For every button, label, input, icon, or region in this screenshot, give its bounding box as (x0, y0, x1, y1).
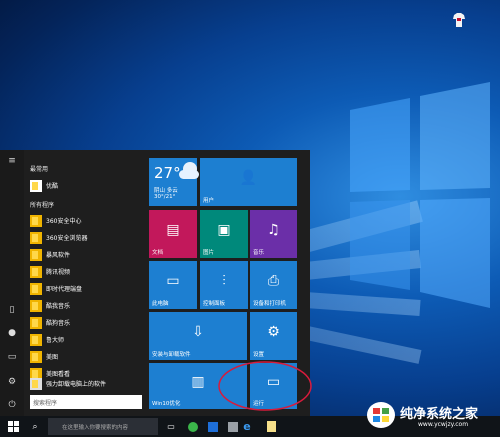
uninstall-icon (30, 377, 42, 390)
app-label: 360安全浏览器 (46, 235, 88, 242)
list-item[interactable]: 美图 (30, 349, 138, 364)
app-label: 暴风软件 (46, 252, 71, 259)
start-rail: ≡ ▯ ● ▭ ⚙ ⏻ (0, 150, 24, 416)
watermark-title: 纯净系统之家 (400, 407, 479, 422)
cloud-icon (179, 170, 199, 179)
tile-label: 图片 (203, 250, 215, 256)
folder-icon (30, 282, 42, 295)
start-menu: ≡ ▯ ● ▭ ⚙ ⏻ 最常用 优酷 所有程序 360安全中心 360安全浏览器… (0, 150, 312, 416)
devices-tile[interactable]: ⎙ 设备和打印机 (250, 261, 297, 309)
folder-icon (30, 214, 42, 227)
tile-label: 音乐 (253, 250, 265, 256)
app-label: 酷狗音乐 (46, 320, 71, 327)
watermark-url: www.ycwjzy.com (418, 421, 469, 428)
documents-tile[interactable]: ▤ 文档 (149, 210, 197, 258)
weather-tile[interactable]: 27° 阴山 多云 30°/21° (149, 158, 199, 206)
app-green-icon[interactable] (184, 416, 202, 437)
hamburger-icon[interactable]: ≡ (6, 155, 18, 167)
list-item[interactable]: 强力卸载电脑上的软件 (30, 376, 138, 391)
picture-icon: ▣ (217, 222, 231, 239)
monitor-icon: ▭ (166, 273, 180, 290)
folder-icon (30, 333, 42, 346)
list-item[interactable]: 暴风软件 (30, 247, 138, 262)
user-avatar-icon[interactable]: ● (6, 327, 18, 339)
install-uninstall-tile[interactable]: ⇩ 安装与卸载软件 (149, 312, 247, 360)
taskbar-search-input[interactable]: 在这里输入你要搜索的内容 (48, 418, 158, 435)
task-view-icon[interactable]: ▭ (162, 416, 180, 437)
list-item[interactable]: 即时代理端盘 (30, 281, 138, 296)
app-label: 腾讯视频 (46, 269, 71, 276)
weather-range: 30°/21° (154, 194, 176, 200)
weather-temp: 27° (154, 164, 181, 182)
section-all-programs: 所有程序 (30, 202, 55, 209)
folder-icon (30, 299, 42, 312)
list-item[interactable]: 酷我音乐 (30, 298, 138, 313)
file-explorer-icon[interactable]: ▭ (6, 351, 18, 363)
list-item[interactable]: 优酷 (30, 178, 138, 193)
edge-browser-icon[interactable]: e (238, 416, 256, 437)
tile-label: 安装与卸载软件 (152, 352, 191, 358)
weather-condition: 阴山 多云 (154, 188, 178, 194)
tile-label: 此电脑 (152, 301, 169, 307)
list-item[interactable]: 360安全浏览器 (30, 230, 138, 245)
section-most-used: 最常用 (30, 166, 49, 173)
tile-label: 文档 (152, 250, 164, 256)
settings-tile[interactable]: ⚙ 设置 (250, 312, 297, 360)
printer-icon: ⎙ (267, 273, 280, 290)
highlight-circle (218, 361, 312, 411)
pictures-tile[interactable]: ▣ 图片 (200, 210, 248, 258)
list-item[interactable]: 腾讯视频 (30, 264, 138, 279)
settings-gear-icon[interactable]: ⚙ (6, 376, 18, 388)
control-panel-tile[interactable]: ⫶ 控制面板 (200, 261, 248, 309)
this-pc-tile[interactable]: ▭ 此电脑 (149, 261, 197, 309)
tile-label: 控制面板 (203, 301, 226, 307)
tile-label: 用户 (203, 198, 215, 204)
app-label: 酷我音乐 (46, 303, 71, 310)
power-icon[interactable]: ⏻ (6, 399, 18, 411)
folder-icon (30, 265, 42, 278)
gear-icon: ⚙ (267, 324, 280, 341)
folder-icon (30, 316, 42, 329)
music-tile[interactable]: ♫ 音乐 (250, 210, 297, 258)
windows-logo-wallpaper (350, 82, 490, 308)
search-input[interactable]: 搜索程序 (30, 395, 142, 409)
app-list: 最常用 优酷 所有程序 360安全中心 360安全浏览器 暴风软件 腾讯视频 即… (24, 150, 142, 416)
app-label: 强力卸载电脑上的软件 (46, 381, 107, 388)
headphones-icon: ♫ (267, 222, 280, 239)
notes-icon[interactable] (262, 416, 280, 437)
person-icon: 👤 (239, 170, 258, 187)
windows-start-icon[interactable] (4, 416, 22, 437)
watermark-logo-icon (367, 402, 395, 428)
phone-icon[interactable]: ▯ (6, 304, 18, 316)
user-tile[interactable]: 👤 用户 (200, 158, 297, 206)
app-blue-icon[interactable] (204, 416, 222, 437)
folder-icon (30, 231, 42, 244)
search-icon[interactable]: ⌕ (26, 416, 44, 437)
watermark: 纯净系统之家 www.ycwjzy.com (360, 395, 500, 435)
document-icon: ▤ (166, 222, 180, 239)
tile-label: Win10优化 (152, 401, 181, 407)
installer-icon: ⇩ (192, 324, 204, 341)
list-item[interactable]: 鲁大师 (30, 332, 138, 347)
tshirt-icon[interactable] (452, 12, 466, 28)
app-label: 优酷 (46, 183, 59, 190)
tile-label: 设备和打印机 (253, 301, 287, 307)
book-icon: ▥ (191, 374, 205, 391)
app-label: 360安全中心 (46, 218, 82, 225)
app-label: 即时代理端盘 (46, 286, 83, 293)
folder-icon (30, 248, 42, 261)
app-label: 美图 (46, 354, 59, 361)
sliders-icon: ⫶ (222, 273, 226, 290)
folder-icon (30, 350, 42, 363)
app-label: 鲁大师 (46, 337, 65, 344)
list-item[interactable]: 360安全中心 (30, 213, 138, 228)
list-item[interactable]: 酷狗音乐 (30, 315, 138, 330)
youku-icon (30, 179, 42, 192)
